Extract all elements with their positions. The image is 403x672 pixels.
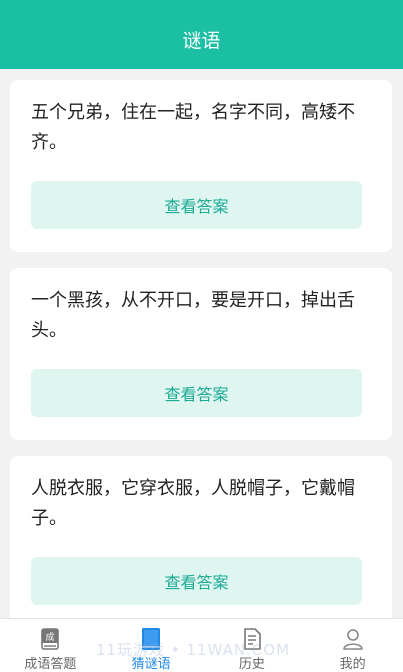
profile-person-icon xyxy=(342,629,363,650)
tab-label: 猜谜语 xyxy=(131,657,171,672)
tab-label: 成语答题 xyxy=(24,657,77,672)
riddle-text: 一个黑孩，从不开口，要是开口，掉出舌头。 xyxy=(31,290,355,341)
page-title: 谜语 xyxy=(182,30,221,52)
tab-history[interactable]: 历史 xyxy=(202,619,303,672)
riddle-text: 五个兄弟，住在一起，名字不同，高矮不齐。 xyxy=(31,102,355,153)
tab-label: 我的 xyxy=(339,657,366,672)
view-answer-button[interactable]: 查看答案 xyxy=(31,557,362,605)
bottom-tab-bar: 成 成语答题 猜谜语 历史 我的 xyxy=(0,618,403,672)
tab-riddles[interactable]: 猜谜语 xyxy=(101,619,202,672)
riddle-text: 人脱衣服，它穿衣服，人脱帽子，它戴帽子。 xyxy=(31,478,355,529)
riddle-book-icon xyxy=(142,628,161,650)
svg-text:成: 成 xyxy=(46,631,55,643)
riddle-card: 一个黑孩，从不开口，要是开口，掉出舌头。 查看答案 xyxy=(10,268,392,440)
tab-idiom-quiz[interactable]: 成 成语答题 xyxy=(0,619,101,672)
view-answer-button[interactable]: 查看答案 xyxy=(31,369,362,417)
tab-profile[interactable]: 我的 xyxy=(302,619,403,672)
view-answer-button[interactable]: 查看答案 xyxy=(31,181,362,229)
tab-label: 历史 xyxy=(238,657,265,672)
app-header: 谜语 xyxy=(0,0,403,69)
riddle-list[interactable]: 五个兄弟，住在一起，名字不同，高矮不齐。 查看答案 一个黑孩，从不开口，要是开口… xyxy=(0,69,403,618)
riddle-card: 五个兄弟，住在一起，名字不同，高矮不齐。 查看答案 xyxy=(10,80,392,252)
idiom-book-icon: 成 xyxy=(41,628,60,650)
riddle-card: 人脱衣服，它穿衣服，人脱帽子，它戴帽子。 查看答案 xyxy=(10,456,392,618)
history-document-icon xyxy=(244,628,261,650)
